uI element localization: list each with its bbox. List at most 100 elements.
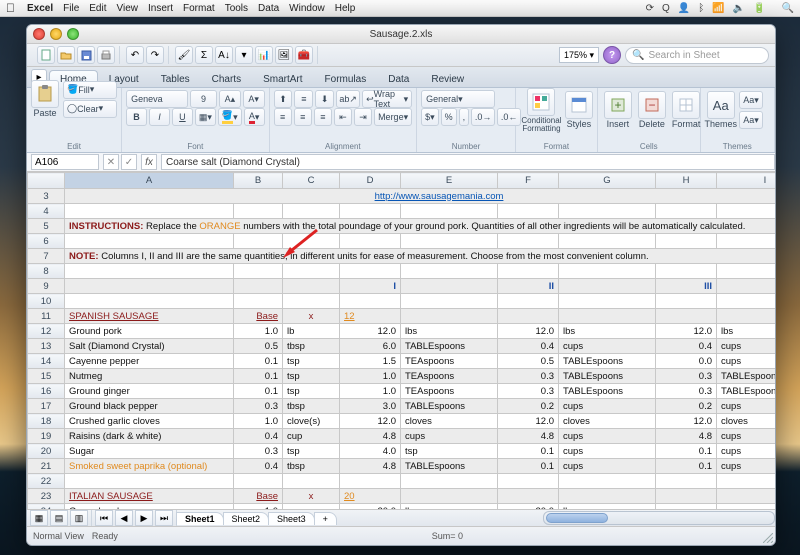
undo-icon[interactable]: ↶ bbox=[126, 46, 144, 64]
cell[interactable] bbox=[401, 474, 498, 489]
cell[interactable]: tsp bbox=[283, 444, 340, 459]
cell[interactable] bbox=[656, 264, 717, 279]
gallery-icon[interactable]: 🖼 bbox=[275, 46, 293, 64]
cell[interactable]: 0.1 bbox=[656, 459, 717, 474]
row-header[interactable]: 19 bbox=[28, 429, 65, 444]
cell[interactable]: lb bbox=[283, 324, 340, 339]
cell[interactable] bbox=[717, 279, 776, 294]
cell[interactable]: 3.0 bbox=[340, 399, 401, 414]
cell[interactable] bbox=[717, 309, 776, 324]
menu-insert[interactable]: Insert bbox=[148, 3, 173, 14]
cell[interactable]: Ground ginger bbox=[65, 384, 234, 399]
align-top[interactable]: ⬆ bbox=[274, 90, 293, 108]
row-header[interactable]: 15 bbox=[28, 369, 65, 384]
cell[interactable] bbox=[234, 204, 283, 219]
orientation[interactable]: ab↗ bbox=[336, 90, 360, 108]
cell[interactable] bbox=[498, 264, 559, 279]
cell[interactable] bbox=[283, 474, 340, 489]
cell[interactable] bbox=[234, 234, 283, 249]
cell[interactable]: 12 bbox=[340, 309, 401, 324]
wifi-icon[interactable]: 📶 bbox=[712, 3, 724, 14]
row-header[interactable]: 12 bbox=[28, 324, 65, 339]
cell[interactable] bbox=[401, 489, 498, 504]
cell[interactable]: 0.3 bbox=[656, 384, 717, 399]
cell[interactable]: 1.0 bbox=[234, 324, 283, 339]
cell[interactable]: III bbox=[656, 279, 717, 294]
cell[interactable] bbox=[498, 204, 559, 219]
dec-inc[interactable]: .0→ bbox=[471, 108, 495, 126]
cell[interactable]: INSTRUCTIONS: Replace the ORANGE numbers… bbox=[65, 219, 776, 234]
cell[interactable] bbox=[498, 294, 559, 309]
cell[interactable]: ITALIAN SAUSAGE bbox=[65, 489, 234, 504]
page-break-view-icon[interactable]: ▥ bbox=[70, 510, 88, 526]
row-header[interactable]: 7 bbox=[28, 249, 65, 264]
cell[interactable] bbox=[717, 264, 776, 279]
tab-nav-next[interactable]: ▶ bbox=[135, 510, 153, 526]
row-header[interactable]: 21 bbox=[28, 459, 65, 474]
cell[interactable]: Smoked sweet paprika (optional) bbox=[65, 459, 234, 474]
cell[interactable]: II bbox=[498, 279, 559, 294]
apple-menu[interactable]:  bbox=[6, 1, 15, 15]
url-link[interactable]: http://www.sausagemania.com bbox=[375, 191, 504, 202]
col-header-F[interactable]: F bbox=[498, 173, 559, 189]
theme-fonts[interactable]: Aa▾ bbox=[739, 111, 763, 129]
cell[interactable] bbox=[283, 234, 340, 249]
cell[interactable] bbox=[401, 294, 498, 309]
paste-button[interactable]: Paste bbox=[31, 80, 59, 118]
row-header[interactable]: 13 bbox=[28, 339, 65, 354]
align-right[interactable]: ≡ bbox=[314, 108, 332, 126]
cell[interactable] bbox=[340, 264, 401, 279]
redo-icon[interactable]: ↷ bbox=[146, 46, 164, 64]
cell[interactable]: cups bbox=[559, 339, 656, 354]
cell[interactable] bbox=[234, 279, 283, 294]
cell[interactable] bbox=[656, 489, 717, 504]
cell[interactable] bbox=[283, 204, 340, 219]
col-header-A[interactable]: A bbox=[65, 173, 234, 189]
col-header-D[interactable]: D bbox=[340, 173, 401, 189]
font-name-select[interactable]: Geneva bbox=[126, 90, 188, 108]
cell[interactable] bbox=[283, 504, 340, 510]
menu-view[interactable]: View bbox=[117, 3, 139, 14]
toolbox-icon[interactable]: 🧰 bbox=[295, 46, 313, 64]
cell[interactable] bbox=[717, 294, 776, 309]
tab-nav-last[interactable]: ⏭ bbox=[155, 510, 173, 526]
row-header[interactable]: 16 bbox=[28, 384, 65, 399]
cell[interactable] bbox=[340, 294, 401, 309]
normal-view-icon[interactable]: ▦ bbox=[30, 510, 48, 526]
row-header[interactable]: 22 bbox=[28, 474, 65, 489]
cell[interactable] bbox=[717, 489, 776, 504]
row-header[interactable]: 18 bbox=[28, 414, 65, 429]
align-bottom[interactable]: ⬇ bbox=[315, 90, 334, 108]
sheet-tab-1[interactable]: Sheet1 bbox=[176, 512, 224, 525]
cell[interactable]: 0.5 bbox=[234, 339, 283, 354]
cell[interactable] bbox=[717, 204, 776, 219]
italic-button[interactable]: I bbox=[149, 108, 170, 126]
cell[interactable]: TABLEspoons bbox=[717, 369, 776, 384]
cell[interactable]: 0.4 bbox=[498, 339, 559, 354]
cell[interactable]: 12.0 bbox=[656, 324, 717, 339]
cell[interactable] bbox=[283, 264, 340, 279]
cell[interactable]: TABLEspoons bbox=[401, 459, 498, 474]
formula-input[interactable]: Coarse salt (Diamond Crystal) bbox=[161, 154, 775, 170]
cell[interactable]: 1.0 bbox=[340, 384, 401, 399]
cell[interactable]: cups bbox=[559, 429, 656, 444]
cell[interactable]: 4.8 bbox=[656, 429, 717, 444]
clear-button[interactable]: ◯ Clear ▾ bbox=[63, 100, 117, 118]
align-middle[interactable]: ≡ bbox=[294, 90, 313, 108]
font-color-button[interactable]: A▾ bbox=[244, 108, 265, 126]
cell[interactable] bbox=[283, 279, 340, 294]
cell[interactable]: I bbox=[340, 279, 401, 294]
cell[interactable] bbox=[340, 204, 401, 219]
menu-data[interactable]: Data bbox=[258, 3, 279, 14]
close-button[interactable] bbox=[33, 28, 45, 40]
cell[interactable]: TEAspoons bbox=[401, 354, 498, 369]
cell[interactable]: 0.1 bbox=[234, 384, 283, 399]
menu-file[interactable]: File bbox=[63, 3, 79, 14]
cell[interactable]: http://www.sausagemania.com bbox=[65, 189, 776, 204]
cell[interactable]: TABLEspoons bbox=[559, 369, 656, 384]
cell[interactable] bbox=[401, 279, 498, 294]
menu-edit[interactable]: Edit bbox=[89, 3, 106, 14]
tab-review[interactable]: Review bbox=[420, 70, 475, 88]
menu-window[interactable]: Window bbox=[289, 3, 325, 14]
cell[interactable]: x bbox=[283, 489, 340, 504]
